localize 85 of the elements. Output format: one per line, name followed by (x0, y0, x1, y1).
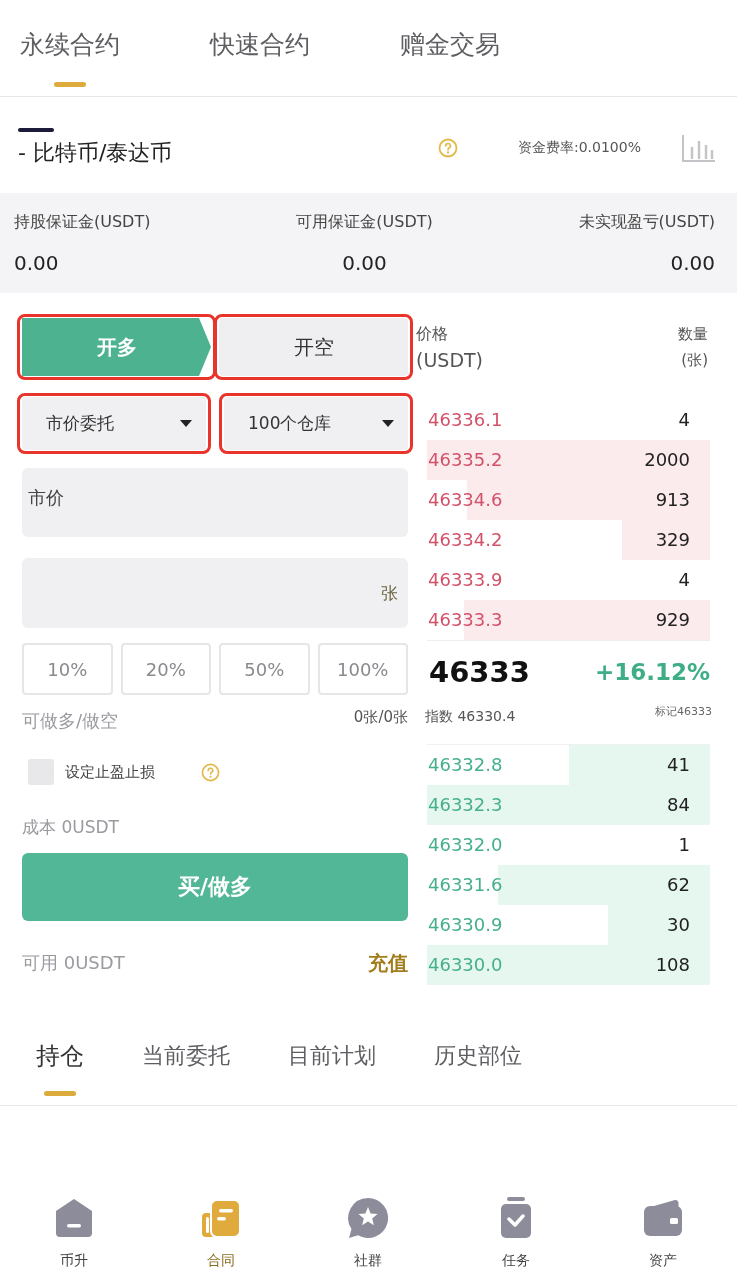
ask-price: 46334.6 (428, 489, 503, 511)
amount-field[interactable]: 张 (22, 558, 408, 628)
order-quantity: 30 (667, 914, 690, 936)
order-quantity: 62 (667, 874, 690, 896)
mark-price: 标记46333 (655, 704, 712, 720)
bid-row[interactable]: 46332.8 41 (427, 745, 710, 785)
ask-price: 46333.3 (428, 609, 503, 631)
stat-value: 0.00 (669, 250, 715, 276)
last-price: 46333 (429, 655, 530, 689)
ask-row[interactable]: 46333.9 4 (427, 560, 710, 600)
index-price: 指数 46330.4 (425, 707, 516, 726)
order-quantity: 4 (678, 409, 690, 431)
stat-value: 0.00 (14, 250, 60, 276)
bid-price: 46332.0 (428, 834, 503, 856)
order-quantity: 2000 (644, 449, 690, 471)
redaction-mark (18, 128, 54, 132)
funding-rate: 资金费率:0.0100% (518, 139, 641, 157)
deposit-link[interactable]: 充值 (368, 949, 408, 977)
nav-item[interactable]: 币升 (51, 1196, 96, 1270)
bid-price: 46332.8 (428, 754, 503, 776)
order-quantity: 1 (678, 834, 690, 856)
direction-tab[interactable]: 开空 (219, 318, 408, 376)
bid-price: 46332.3 (428, 794, 503, 816)
ask-row[interactable]: 46334.2 329 (427, 520, 710, 560)
column-unit: (张) (681, 350, 708, 371)
help-icon[interactable] (438, 138, 458, 158)
stat-label: 未实现盈亏(USDT) (577, 211, 715, 233)
order-quantity: 929 (655, 609, 690, 631)
ask-row[interactable]: 46334.6 913 (427, 480, 710, 520)
contract-tab[interactable]: 永续合约 (20, 28, 120, 87)
column-header: 数量 (678, 324, 708, 345)
nav-item[interactable]: 任务 (493, 1196, 538, 1270)
bid-row[interactable]: 46330.9 30 (427, 905, 710, 945)
bid-row[interactable]: 46332.3 84 (427, 785, 710, 825)
stat-label: 可用保证金(USDT) (295, 211, 434, 233)
order-quantity: 41 (667, 754, 690, 776)
nav-item[interactable]: 社群 (346, 1196, 391, 1270)
caret-icon (382, 420, 394, 427)
order-quantity: 4 (678, 569, 690, 591)
ask-row[interactable]: 46335.2 2000 (427, 440, 710, 480)
bid-row[interactable]: 46332.0 1 (427, 825, 710, 865)
ask-price: 46334.2 (428, 529, 503, 551)
price-change: +16.12% (594, 659, 710, 685)
order-quantity: 84 (667, 794, 690, 816)
order-quantity: 108 (655, 954, 690, 976)
contract-tab[interactable]: 快速合约 (210, 28, 310, 62)
bid-price: 46331.6 (428, 874, 503, 896)
checkbox-label[interactable]: 设定止盈止损 (65, 762, 155, 782)
dropdown[interactable]: 100个仓库 (224, 397, 408, 450)
bar-chart-icon[interactable] (681, 133, 717, 163)
bid-row[interactable]: 46330.0 108 (427, 945, 710, 985)
ask-price: 46336.1 (428, 409, 503, 431)
price-field[interactable]: 市价 (22, 468, 408, 537)
orders-tab[interactable]: 历史部位 (434, 1040, 522, 1072)
percent-button[interactable]: 100% (317, 643, 408, 695)
help-icon[interactable] (201, 762, 220, 782)
caret-icon (180, 420, 192, 427)
ask-row[interactable]: 46336.1 4 (427, 400, 710, 440)
cost-text: 成本 0USDT (22, 816, 120, 839)
bid-row[interactable]: 46331.6 62 (427, 865, 710, 905)
trading-pair-title[interactable]: - 比特币/泰达币 (18, 138, 173, 168)
orders-tab[interactable]: 当前委托 (142, 1040, 230, 1072)
chat-star-icon (346, 1196, 391, 1240)
ask-price: 46333.9 (428, 569, 503, 591)
dropdown[interactable]: 市价委托 (22, 397, 206, 450)
column-unit: (USDT) (416, 348, 484, 373)
max-open-label: 可做多/做空 (22, 709, 119, 733)
nav-item[interactable]: 合同 (199, 1196, 244, 1270)
max-open-value: 0张/0张 (353, 707, 408, 727)
column-header: 价格 (416, 323, 448, 345)
percent-button[interactable]: 20% (120, 643, 211, 695)
contract-tab[interactable]: 赠金交易 (400, 28, 500, 62)
order-quantity: 329 (655, 529, 690, 551)
ask-price: 46335.2 (428, 449, 503, 471)
available-balance: 可用 0USDT (22, 951, 125, 975)
orders-tab[interactable]: 目前计划 (288, 1040, 376, 1072)
stat-value: 0.00 (341, 250, 388, 276)
bid-price: 46330.9 (428, 914, 503, 936)
order-quantity: 913 (655, 489, 690, 511)
nav-item[interactable]: 资产 (641, 1196, 686, 1270)
stat-label: 持股保证金(USDT) (14, 211, 152, 233)
bid-price: 46330.0 (428, 954, 503, 976)
orders-tab[interactable]: 持仓 (36, 1040, 84, 1096)
percent-button[interactable]: 50% (219, 643, 310, 695)
ask-row[interactable]: 46333.3 929 (427, 600, 710, 640)
